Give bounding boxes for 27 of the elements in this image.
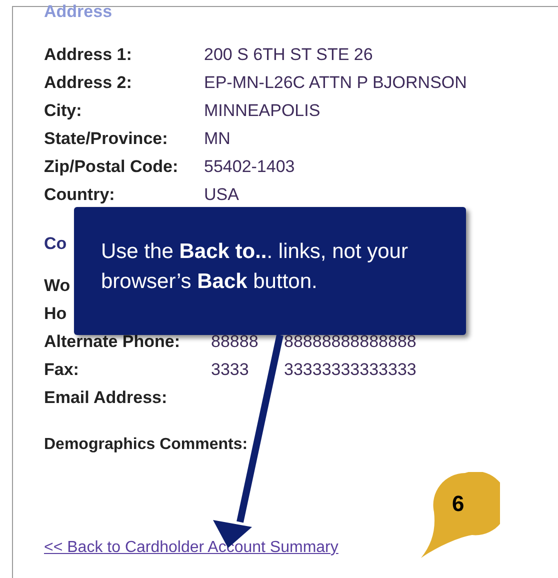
field-value: 200 S 6TH ST STE 26 [204,44,373,66]
field-value: 3333 [211,359,249,382]
field-label: Address 1: [44,45,132,64]
field-value: 55402-1403 [204,156,295,178]
field-label: City: [44,101,82,120]
field-label: State/Province: [44,129,168,148]
field-value: 33333333333333 [284,359,416,382]
field-value: MN [204,128,230,150]
section-heading: Address [44,3,112,21]
back-link[interactable]: << Back to Cardholder Account Summary [44,538,338,558]
field-label: Demographics Comments: [44,435,248,455]
field-label: Zip/Postal Code: [44,157,178,176]
field-label: Country: [44,185,115,204]
step-number: 6 [452,492,464,516]
field-value: USA [204,184,239,206]
field-label: Alternate Phone: [44,332,180,351]
field-label: Email Address: [44,388,168,407]
field-label: Ho [44,304,67,323]
section-heading: Co [44,234,67,254]
field-label: Address 2: [44,73,132,92]
field-label: Fax: [44,360,79,379]
field-value: MINNEAPOLIS [204,100,320,122]
field-label: Wo [44,276,70,295]
callout-text: Use the Back to... links, not your browser’s Back button. [101,239,409,295]
field-value: 88888888888888 [284,331,416,354]
field-value: EP-MN-L26C ATTN P BJORNSON [204,72,467,94]
field-value: 88888 [211,331,258,354]
